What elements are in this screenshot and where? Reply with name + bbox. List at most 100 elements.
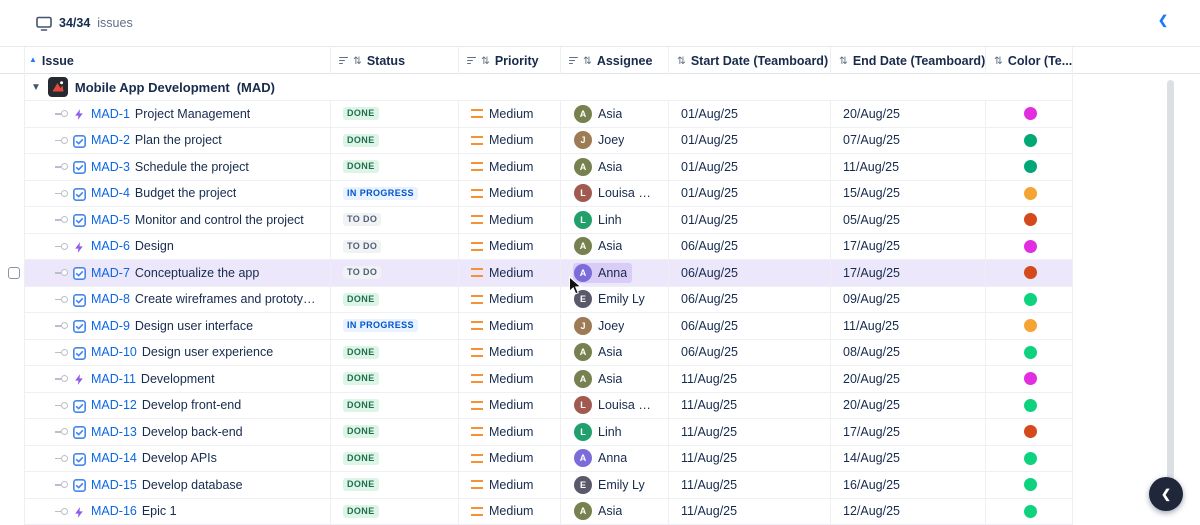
status-cell[interactable]: DONE [331, 393, 459, 419]
assignee-cell[interactable]: AAsia [561, 234, 669, 260]
start-date-cell[interactable]: 01/Aug/25 [669, 207, 831, 233]
issue-cell[interactable]: MAD-13 Develop back-end [25, 419, 331, 445]
issue-summary[interactable]: Design user experience [142, 345, 273, 359]
color-dot[interactable] [1024, 372, 1037, 385]
issue-summary[interactable]: Conceptualize the app [135, 266, 259, 280]
issue-key-link[interactable]: MAD-13 [91, 425, 137, 439]
start-date-cell[interactable]: 11/Aug/25 [669, 393, 831, 419]
color-dot[interactable] [1024, 187, 1037, 200]
start-date-cell[interactable]: 01/Aug/25 [669, 101, 831, 127]
priority-cell[interactable]: Medium [459, 366, 561, 392]
color-cell[interactable] [986, 499, 1074, 525]
priority-cell[interactable]: Medium [459, 101, 561, 127]
assignee-cell[interactable]: EEmily Ly [561, 287, 669, 313]
issue-key-link[interactable]: MAD-7 [91, 266, 130, 280]
start-date-cell[interactable]: 06/Aug/25 [669, 340, 831, 366]
issue-summary[interactable]: Epic 1 [142, 504, 177, 518]
priority-cell[interactable]: Medium [459, 313, 561, 339]
issue-cell[interactable]: MAD-9Design user interface [25, 313, 331, 339]
issue-summary[interactable]: Monitor and control the project [135, 213, 304, 227]
start-date-cell[interactable]: 11/Aug/25 [669, 419, 831, 445]
sort-icon[interactable]: ⇅ [481, 55, 490, 67]
table-row[interactable]: MAD-8Create wireframes and prototypesDON… [25, 287, 1072, 314]
issue-summary[interactable]: Develop database [142, 478, 243, 492]
column-header-assignee[interactable]: ⇅Assignee [561, 47, 669, 74]
priority-cell[interactable]: Medium [459, 393, 561, 419]
issue-key-link[interactable]: MAD-12 [91, 398, 137, 412]
assignee-cell[interactable]: AAsia [561, 366, 669, 392]
column-header-priority[interactable]: ⇅Priority [459, 47, 561, 74]
sort-icon[interactable]: ⇅ [677, 55, 686, 67]
table-row[interactable]: MAD-7Conceptualize the appTO DOMediumAAn… [25, 260, 1072, 287]
issue-cell[interactable]: MAD-5 Monitor and control the project [25, 207, 331, 233]
issue-cell[interactable]: MAD-7 Conceptualize the app [25, 260, 331, 286]
filter-icon[interactable] [569, 57, 578, 65]
start-date-cell[interactable]: 06/Aug/25 [669, 260, 831, 286]
color-cell[interactable] [986, 472, 1074, 498]
issue-summary[interactable]: Develop APIs [142, 451, 217, 465]
issue-key-link[interactable]: MAD-6 [91, 239, 130, 253]
table-row[interactable]: MAD-12Develop front-endDONEMediumLLouisa… [25, 393, 1072, 420]
issue-key-link[interactable]: MAD-14 [91, 451, 137, 465]
table-row[interactable]: MAD-15Develop databaseDONEMediumEEmily L… [25, 472, 1072, 499]
issue-key-link[interactable]: MAD-3 [91, 160, 130, 174]
end-date-cell[interactable]: 05/Aug/25 [831, 207, 986, 233]
priority-cell[interactable]: Medium [459, 446, 561, 472]
table-row[interactable]: MAD-4 Budget the project IN PROGRESSMedium… [25, 181, 1072, 208]
assignee-cell[interactable]: JJoey [561, 313, 669, 339]
issue-key-link[interactable]: MAD-16 [91, 504, 137, 518]
color-dot[interactable] [1024, 478, 1037, 491]
issue-key-link[interactable]: MAD-10 [91, 345, 137, 359]
end-date-cell[interactable]: 17/Aug/25 [831, 260, 986, 286]
column-header-status[interactable]: ⇅Status [331, 47, 459, 74]
color-dot[interactable] [1024, 266, 1037, 279]
start-date-cell[interactable]: 11/Aug/25 [669, 472, 831, 498]
issue-cell[interactable]: MAD-11Development [25, 366, 331, 392]
priority-cell[interactable]: Medium [459, 419, 561, 445]
issue-key-link[interactable]: MAD-8 [91, 292, 130, 306]
issue-key-link[interactable]: MAD-5 [91, 213, 130, 227]
issue-cell[interactable]: MAD-2Plan the project [25, 128, 331, 154]
issue-key-link[interactable]: MAD-4 [91, 186, 130, 200]
color-dot[interactable] [1024, 213, 1037, 226]
assignee-cell[interactable]: EEmily Ly [561, 472, 669, 498]
sort-icon[interactable]: ⇅ [994, 55, 1003, 67]
issue-key-link[interactable]: MAD-1 [91, 107, 130, 121]
assignee-cell[interactable]: AAnna [561, 260, 669, 286]
issue-summary[interactable]: Budget the project [135, 186, 236, 200]
color-dot[interactable] [1024, 134, 1037, 147]
status-cell[interactable]: DONE [331, 128, 459, 154]
status-cell[interactable]: DONE [331, 366, 459, 392]
color-dot[interactable] [1024, 107, 1037, 120]
end-date-cell[interactable]: 20/Aug/25 [831, 393, 986, 419]
table-row[interactable]: MAD-2Plan the projectDONEMediumJJoey01/A… [25, 128, 1072, 155]
issue-cell[interactable]: MAD-1Project Management [25, 101, 331, 127]
status-cell[interactable]: IN PROGRESS [331, 181, 459, 207]
group-row-mad[interactable]: ▼ Mobile App Development (MAD) [25, 74, 1072, 101]
status-cell[interactable]: DONE [331, 472, 459, 498]
vertical-scrollbar[interactable] [1167, 80, 1174, 504]
status-cell[interactable]: DONE [331, 446, 459, 472]
issue-summary[interactable]: Develop back-end [142, 425, 243, 439]
issue-cell[interactable]: MAD-15 Develop database [25, 472, 331, 498]
priority-cell[interactable]: Medium [459, 260, 561, 286]
color-cell[interactable] [986, 446, 1074, 472]
table-row[interactable]: MAD-10Design user experienceDONEMediumAA… [25, 340, 1072, 367]
color-cell[interactable] [986, 234, 1074, 260]
issue-cell[interactable]: MAD-12 Develop front-end [25, 393, 331, 419]
end-date-cell[interactable]: 07/Aug/25 [831, 128, 986, 154]
color-dot[interactable] [1024, 160, 1037, 173]
filter-icon[interactable] [339, 57, 348, 65]
status-cell[interactable]: IN PROGRESS [331, 313, 459, 339]
color-dot[interactable] [1024, 505, 1037, 518]
priority-cell[interactable]: Medium [459, 154, 561, 180]
issue-summary[interactable]: Develop front-end [142, 398, 241, 412]
issue-key-link[interactable]: MAD-15 [91, 478, 137, 492]
sort-icon[interactable]: ⇅ [353, 55, 362, 67]
collapse-sidebar-fab[interactable]: ❮ [1149, 477, 1183, 511]
column-header-start-date[interactable]: ⇅Start Date (Teamboard) [669, 47, 831, 74]
priority-cell[interactable]: Medium [459, 181, 561, 207]
start-date-cell[interactable]: 06/Aug/25 [669, 313, 831, 339]
end-date-cell[interactable]: 08/Aug/25 [831, 340, 986, 366]
assignee-cell[interactable]: LLinh [561, 419, 669, 445]
